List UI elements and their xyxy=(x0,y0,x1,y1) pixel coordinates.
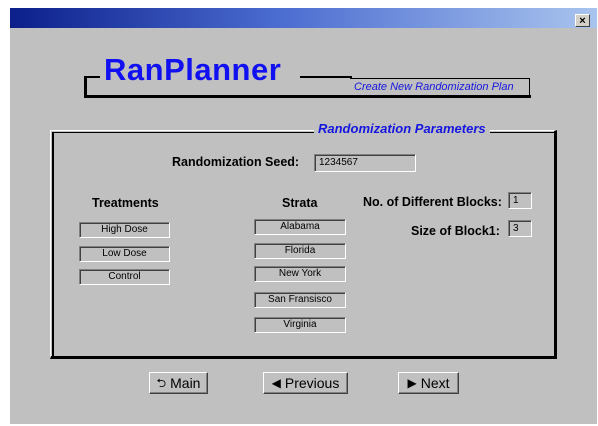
main-button[interactable]: ⮌ Main xyxy=(149,372,208,394)
next-button-label: Next xyxy=(420,375,450,391)
block-size-label: Size of Block1: xyxy=(411,224,500,238)
treatment-item[interactable]: Low Dose xyxy=(79,246,170,262)
block-size-input[interactable]: 3 xyxy=(508,220,532,237)
left-arrow-icon: ◀ xyxy=(271,376,281,390)
close-button[interactable]: × xyxy=(575,14,590,27)
seed-input[interactable]: 1234567 xyxy=(314,154,416,172)
stratum-item[interactable]: San Fransisco xyxy=(254,292,346,308)
app-logo: RanPlanner xyxy=(100,52,286,88)
title-bar xyxy=(10,8,597,28)
page-subtitle: Create New Randomization Plan xyxy=(354,81,514,93)
stratum-item[interactable]: New York xyxy=(254,266,346,282)
logo-frame-top-right xyxy=(300,76,352,78)
return-arrow-icon: ⮌ xyxy=(156,376,167,390)
treatments-heading: Treatments xyxy=(92,196,159,210)
seed-label: Randomization Seed: xyxy=(172,155,300,169)
stratum-item[interactable]: Florida xyxy=(254,243,346,259)
blocks-input[interactable]: 1 xyxy=(508,192,532,209)
previous-button-label: Previous xyxy=(284,375,340,391)
treatment-item[interactable]: Control xyxy=(79,269,170,285)
parameters-title: Randomization Parameters xyxy=(314,121,490,136)
blocks-label: No. of Different Blocks: xyxy=(363,195,502,209)
right-arrow-icon: ▶ xyxy=(407,376,417,390)
close-icon: × xyxy=(579,15,586,27)
logo-frame-left xyxy=(84,76,87,97)
strata-heading: Strata xyxy=(282,196,318,210)
previous-button[interactable]: ◀ Previous xyxy=(263,372,348,394)
treatment-item[interactable]: High Dose xyxy=(79,222,170,238)
logo-frame-bottom xyxy=(84,95,531,98)
stratum-item[interactable]: Virginia xyxy=(254,317,346,333)
logo-frame-top-left xyxy=(84,76,100,78)
next-button[interactable]: ▶ Next xyxy=(398,372,459,394)
main-button-label: Main xyxy=(170,375,201,391)
stratum-item[interactable]: Alabama xyxy=(254,219,346,235)
